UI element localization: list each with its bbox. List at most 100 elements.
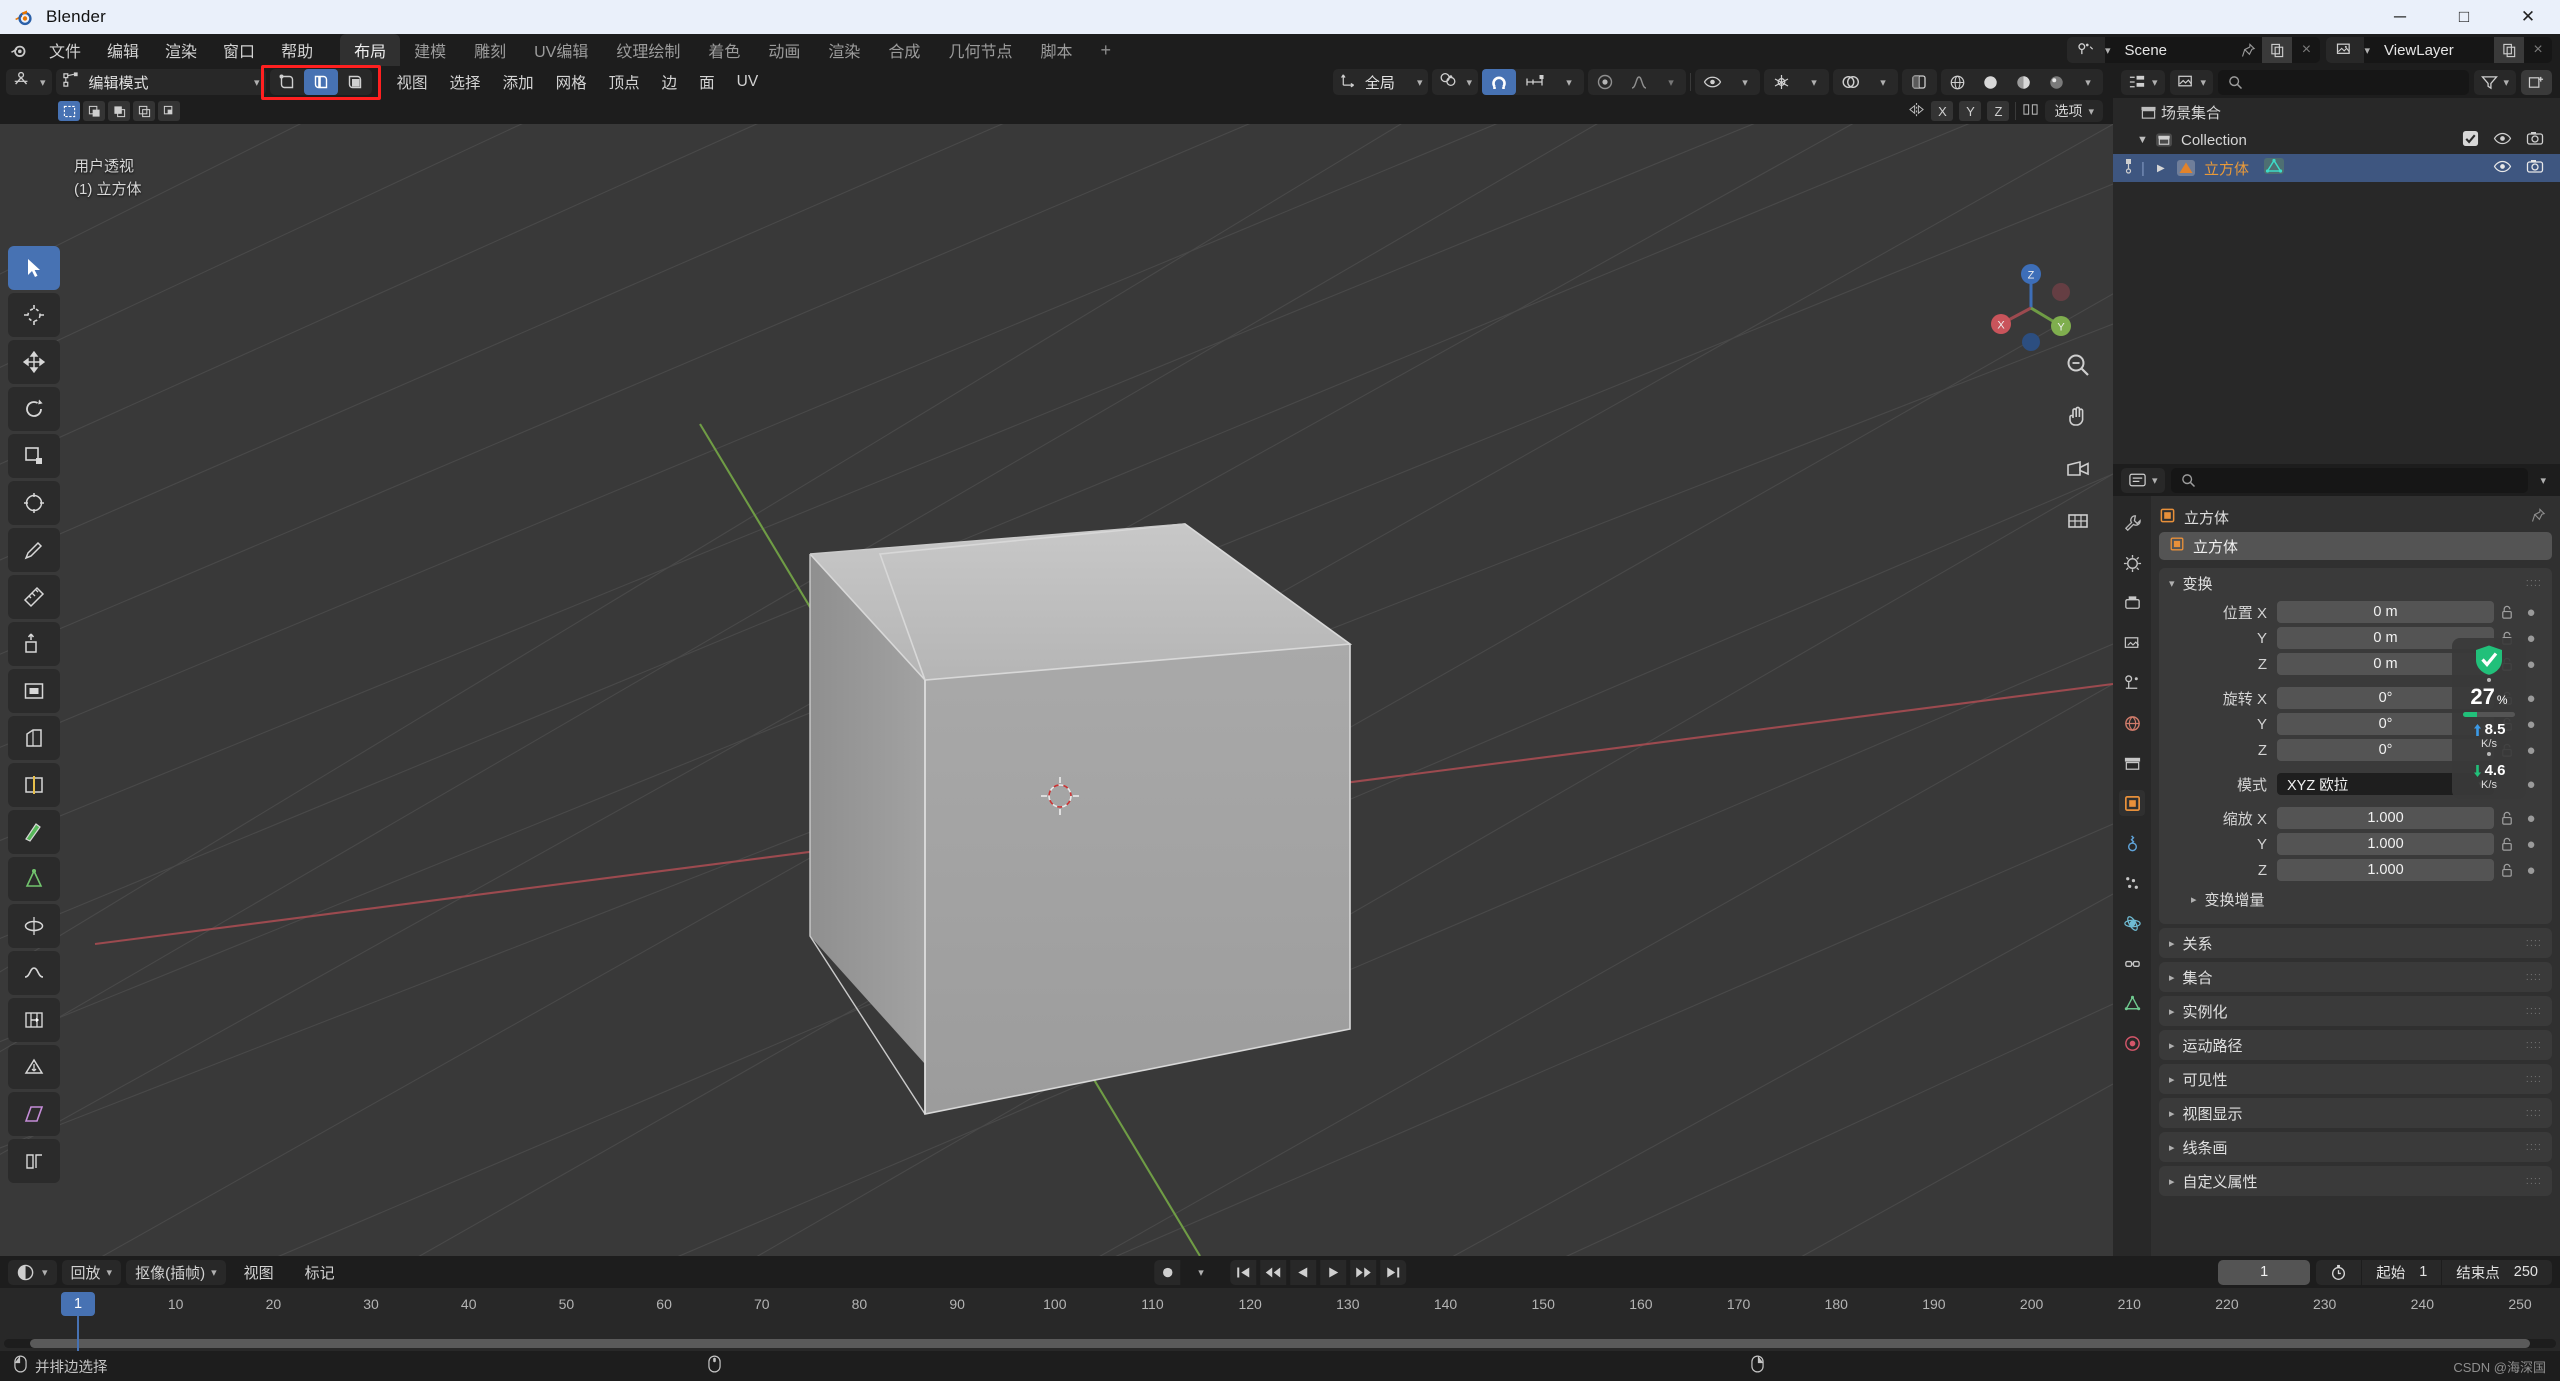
gizmo-chevron-down-icon[interactable]: ▾ (1799, 69, 1829, 95)
proportional-edit-group[interactable]: ▾ (1588, 69, 1686, 95)
viewport-menu-vertex[interactable]: 顶点 (598, 71, 651, 93)
jump-to-end-button[interactable] (1379, 1259, 1406, 1285)
menu-file[interactable]: 文件 (36, 34, 94, 66)
outliner-row-collection[interactable]: ▼ Collection (2113, 126, 2560, 154)
relations-panel[interactable]: ▸ 关系 :::: (2159, 928, 2552, 958)
scene-selector[interactable]: ▾ Scene × (2066, 37, 2321, 63)
instancing-expand-icon[interactable]: ▸ (2169, 1005, 2175, 1018)
edge-select-mode-button[interactable] (303, 69, 338, 95)
previous-keyframe-button[interactable] (1259, 1259, 1286, 1285)
menu-help[interactable]: 帮助 (268, 34, 326, 66)
workspace-tab-shading[interactable]: 着色 (694, 34, 754, 66)
new-collection-button[interactable] (2521, 69, 2552, 95)
transform-panel-grip-icon[interactable]: :::: (2526, 577, 2542, 589)
outliner-tree[interactable]: 场景集合 ▼ Collection | ▶ 立方体 (2113, 98, 2560, 464)
object-types-visibility-icon[interactable] (1695, 69, 1730, 95)
custom-properties-grip-icon[interactable]: :::: (2526, 1175, 2542, 1187)
mirror-axis-y-button[interactable]: Y (1959, 101, 1982, 121)
transform-panel-header[interactable]: ▾ 变换 :::: (2159, 568, 2552, 598)
play-reverse-button[interactable] (1289, 1259, 1316, 1285)
timeline-playhead[interactable]: 1 (61, 1292, 95, 1316)
shading-material-preview-icon[interactable] (2007, 69, 2040, 95)
visibility-panel-header[interactable]: ▸ 可见性 :::: (2159, 1064, 2552, 1094)
editor-type-chevron-down-icon[interactable]: ▾ (40, 76, 46, 89)
timeline-type-chevron-down-icon[interactable]: ▾ (42, 1266, 48, 1279)
playback-chevron-down-icon[interactable]: ▾ (107, 1266, 113, 1279)
scene-name[interactable]: Scene (2114, 37, 2235, 63)
tool-shear[interactable] (8, 1092, 60, 1136)
timeline-editor-type-selector[interactable]: ▾ (8, 1259, 57, 1285)
viewport-menu-mesh[interactable]: 网格 (545, 71, 598, 93)
scale-z-lock-icon[interactable] (2494, 863, 2520, 878)
visibility-group[interactable]: ▾ (1695, 69, 1760, 95)
timeline-menu-keying[interactable]: 抠像(插帧) ▾ (126, 1259, 226, 1285)
tool-move[interactable] (8, 340, 60, 384)
tool-loop-cut[interactable] (8, 763, 60, 807)
instancing-panel[interactable]: ▸ 实例化 :::: (2159, 996, 2552, 1026)
line-art-expand-icon[interactable]: ▸ (2169, 1141, 2175, 1154)
snap-target-icon[interactable] (1516, 69, 1554, 95)
select-subtract-icon[interactable] (108, 101, 130, 121)
cube-eye-icon[interactable] (2493, 159, 2512, 178)
new-viewlayer-icon[interactable] (2494, 37, 2524, 63)
start-frame-field[interactable]: 起始 1 (2362, 1259, 2443, 1285)
viewport-display-expand-icon[interactable]: ▸ (2169, 1107, 2175, 1120)
outliner-display-mode-selector[interactable]: ▾ (2169, 69, 2214, 95)
visibility-panel[interactable]: ▸ 可见性 :::: (2159, 1064, 2552, 1094)
viewport-menu-uv[interactable]: UV (726, 73, 770, 91)
falloff-curve-icon[interactable] (1622, 69, 1656, 95)
tool-rip-region[interactable] (8, 1139, 60, 1183)
select-intersect-icon[interactable] (158, 101, 180, 121)
mesh-data-icon[interactable] (2263, 157, 2285, 179)
pivot-point-selector[interactable]: ▾ (1432, 69, 1478, 95)
select-extend-icon[interactable] (83, 101, 105, 121)
tool-spin[interactable] (8, 904, 60, 948)
3d-viewport[interactable]: 用户透视 (1) 立方体 Z X Y (0, 124, 2113, 1256)
vertex-select-mode-button[interactable] (270, 69, 304, 95)
scene-chevron-down-icon[interactable]: ▾ (2105, 44, 2115, 57)
gizmo-icon[interactable] (1764, 69, 1799, 95)
overlays-chevron-down-icon[interactable]: ▾ (1868, 69, 1898, 95)
proportional-edit-icon[interactable] (1588, 69, 1622, 95)
outliner-row-cube[interactable]: | ▶ 立方体 (2113, 154, 2560, 182)
line-art-grip-icon[interactable]: :::: (2526, 1141, 2542, 1153)
add-workspace-button[interactable]: + (1086, 34, 1125, 66)
interaction-mode-selector[interactable]: 编辑模式 ▾ (55, 69, 266, 95)
viewport-menu-face[interactable]: 面 (688, 71, 726, 93)
timeline-menu-marker[interactable]: 标记 (292, 1262, 348, 1283)
instancing-grip-icon[interactable]: :::: (2526, 1005, 2542, 1017)
viewlayer-chevron-down-icon[interactable]: ▾ (2364, 44, 2374, 57)
shading-rendered-icon[interactable] (2040, 69, 2073, 95)
mesh-select-mode-group[interactable] (269, 69, 372, 95)
workspace-tab-layout[interactable]: 布局 (340, 34, 401, 66)
snap-chevron-down-icon[interactable]: ▾ (1554, 69, 1584, 95)
outliner-row-scene-collection[interactable]: 场景集合 (2113, 98, 2560, 126)
properties-tab-material[interactable] (2119, 1030, 2145, 1056)
cube-camera-icon[interactable] (2526, 159, 2544, 178)
location-x-animate-dot[interactable]: ● (2520, 604, 2542, 621)
display-mode-chevron-down-icon[interactable]: ▾ (2201, 76, 2207, 89)
custom-properties-expand-icon[interactable]: ▸ (2169, 1175, 2175, 1188)
motion-paths-expand-icon[interactable]: ▸ (2169, 1039, 2175, 1052)
outliner-search-input[interactable] (2218, 69, 2470, 95)
xray-toggle-group[interactable] (1902, 69, 1937, 95)
properties-type-chevron-down-icon[interactable]: ▾ (2152, 474, 2158, 487)
tool-shrink-fatten[interactable] (8, 1045, 60, 1089)
outliner-filter-button[interactable]: ▾ (2474, 69, 2516, 95)
properties-tab-physics[interactable] (2119, 910, 2145, 936)
tool-tweak-select[interactable] (8, 246, 60, 290)
location-x-lock-icon[interactable] (2494, 605, 2520, 620)
shading-solid-icon[interactable] (1974, 69, 2007, 95)
editor-type-selector[interactable]: ▾ (6, 69, 52, 95)
xray-toggle-icon[interactable] (1902, 69, 1937, 95)
shading-wireframe-icon[interactable] (1941, 69, 1974, 95)
motion-paths-panel-header[interactable]: ▸ 运动路径 :::: (2159, 1030, 2552, 1060)
workspace-tab-uv-editing[interactable]: UV编辑 (520, 34, 602, 66)
properties-tab-particles[interactable] (2119, 870, 2145, 896)
window-minimize-button[interactable]: ─ (2368, 0, 2432, 34)
properties-tab-collection[interactable] (2119, 750, 2145, 776)
object-name-field[interactable]: 立方体 (2159, 532, 2552, 560)
viewport-display-panel[interactable]: ▸ 视图显示 :::: (2159, 1098, 2552, 1128)
properties-search-input[interactable] (2170, 467, 2529, 493)
overlays-icon[interactable] (1833, 69, 1868, 95)
